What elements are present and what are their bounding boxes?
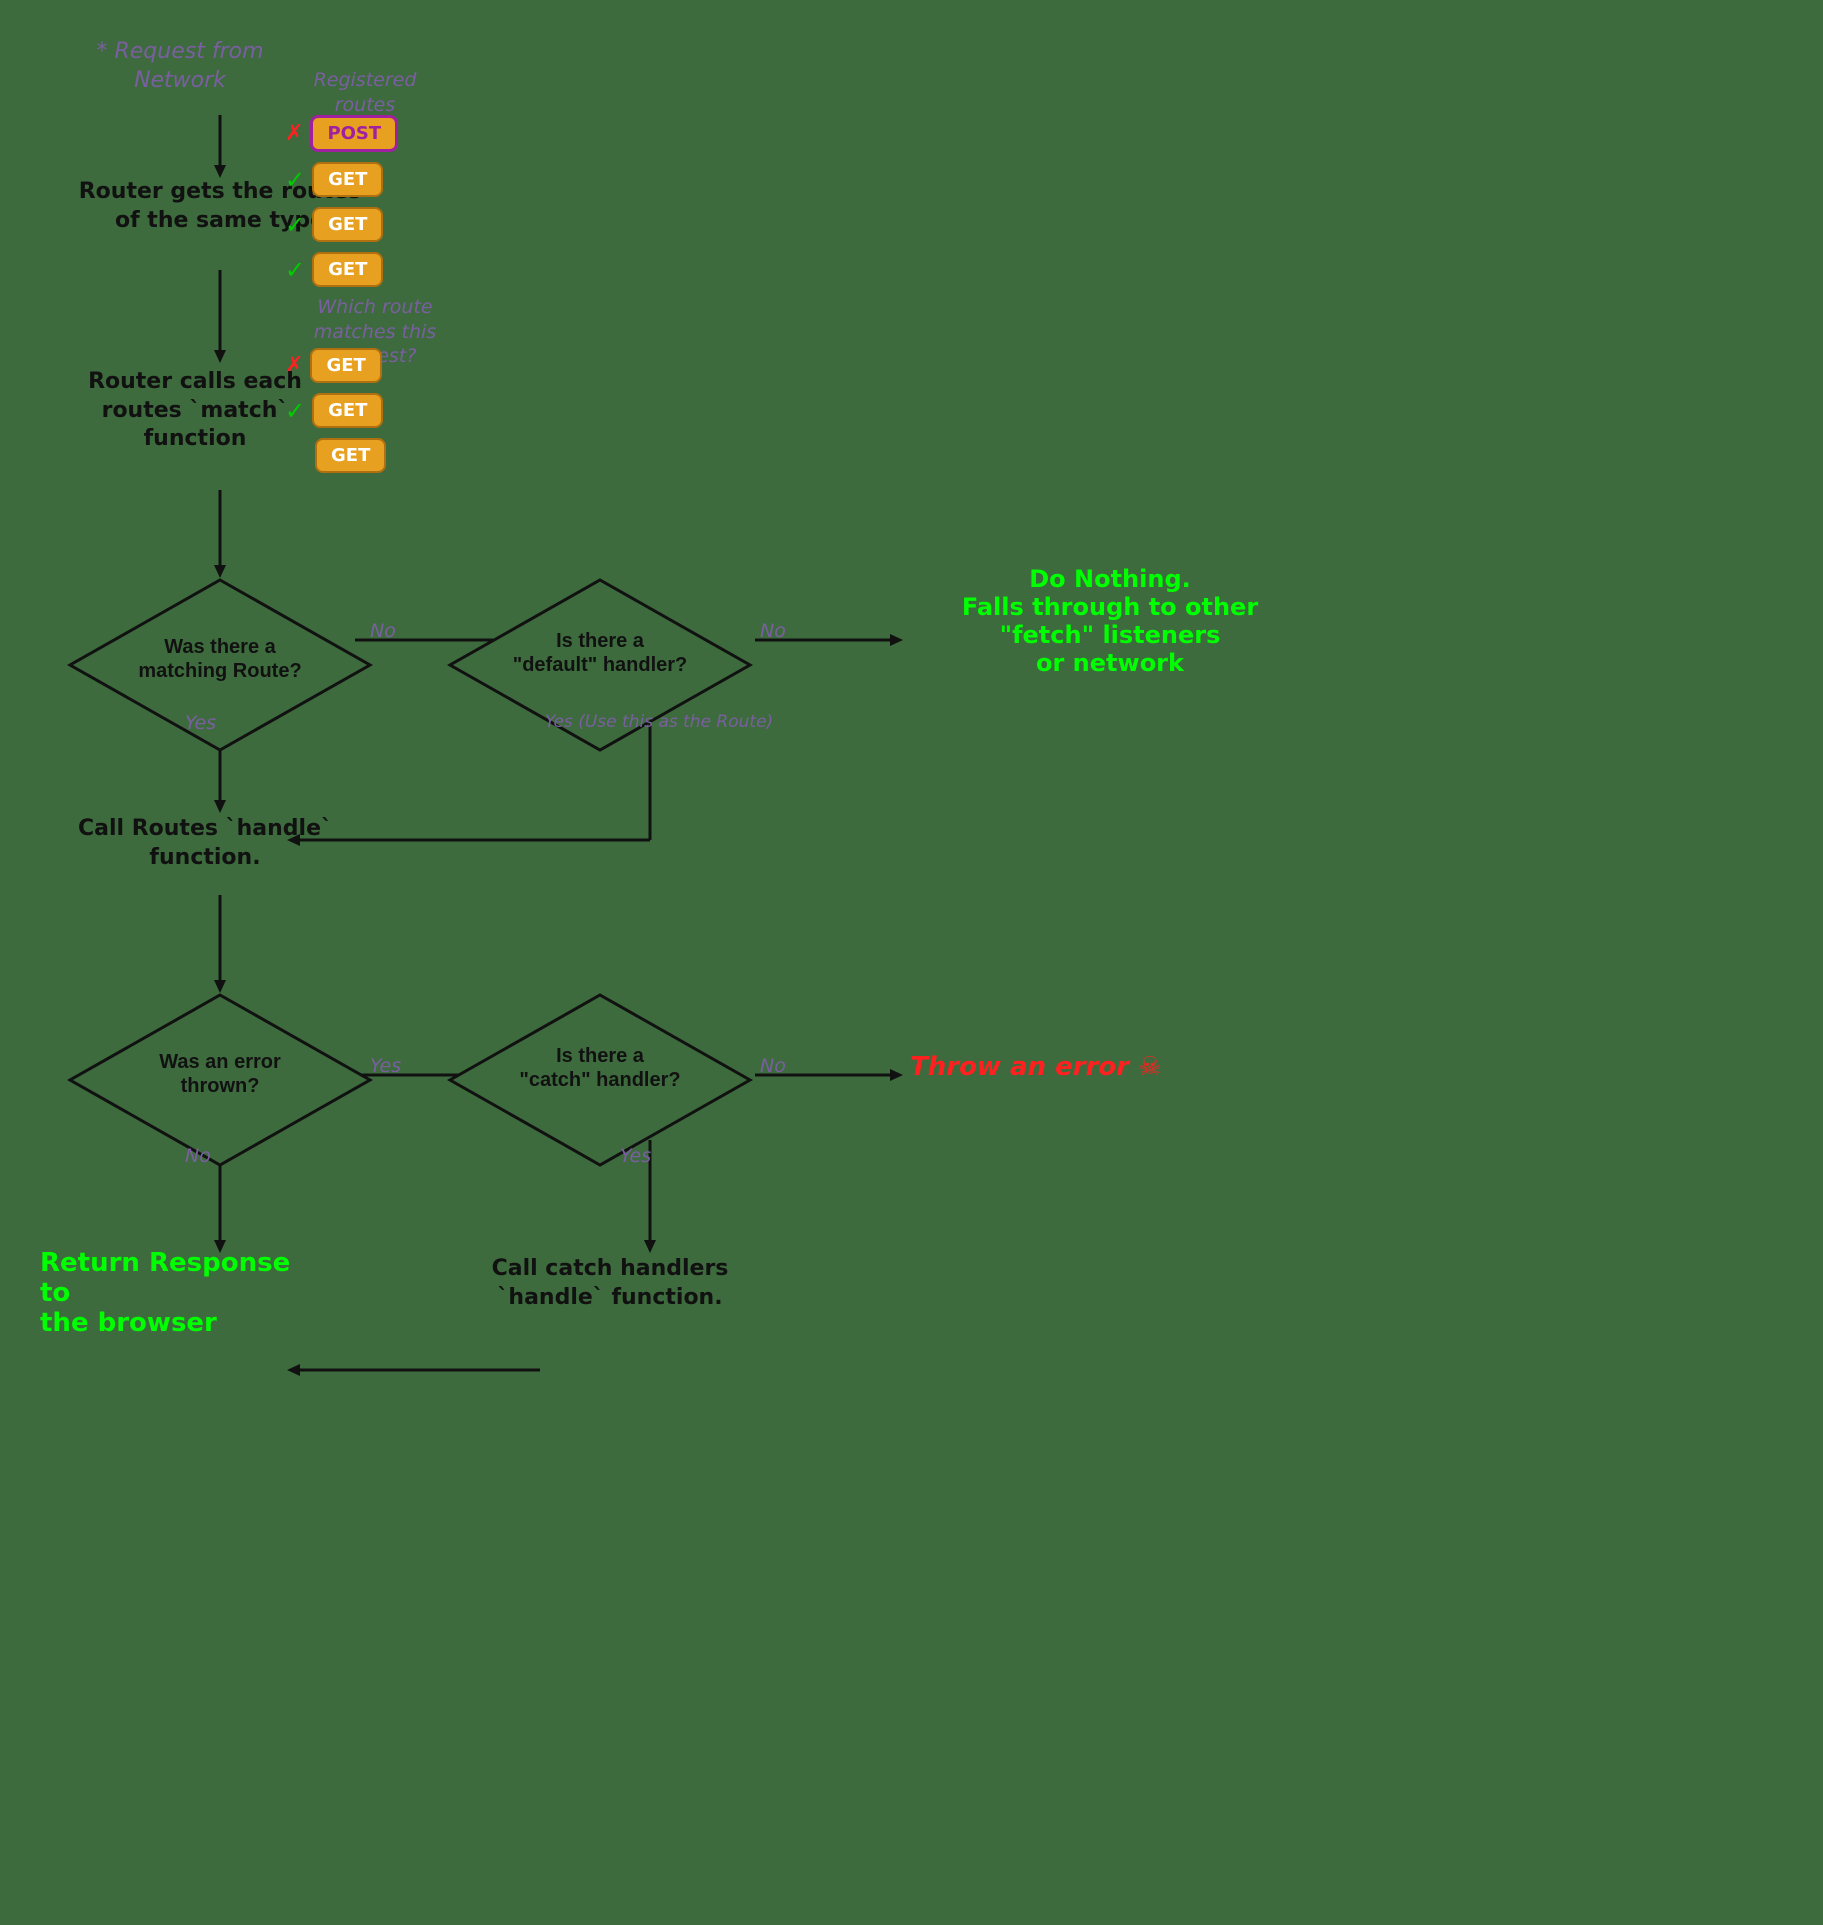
diamond-matching-route: Was there a matching Route? bbox=[65, 575, 375, 755]
label-yes-catch: Yes bbox=[620, 1145, 651, 1167]
svg-text:Is there a: Is there a bbox=[556, 630, 645, 652]
svg-text:"default" handler?: "default" handler? bbox=[513, 654, 688, 676]
check-get-1: ✓ bbox=[285, 166, 305, 194]
svg-text:thrown?: thrown? bbox=[181, 1075, 260, 1097]
cross-post: ✗ bbox=[285, 121, 303, 146]
label-no-default: No bbox=[760, 620, 786, 642]
label-yes-matching: Yes bbox=[185, 712, 216, 734]
diagram-container: * Request from Network Router gets the r… bbox=[0, 0, 1823, 1925]
label-no-catch: No bbox=[760, 1055, 786, 1077]
badge-get-3: GET bbox=[312, 252, 383, 287]
return-response-text: Return Response tothe browser bbox=[40, 1248, 320, 1338]
do-nothing-text: Do Nothing.Falls through to other"fetch"… bbox=[910, 565, 1310, 677]
svg-text:Is there a: Is there a bbox=[556, 1045, 645, 1067]
call-catch-handlers: Call catch handlers`handle` function. bbox=[450, 1255, 770, 1312]
label-yes-default: Yes (Use this as the Route) bbox=[545, 712, 773, 732]
svg-text:"catch" handler?: "catch" handler? bbox=[519, 1069, 680, 1091]
call-routes-handle: Call Routes `handle`function. bbox=[55, 815, 355, 872]
label-no-matching: No bbox=[370, 620, 396, 642]
check-get-2: ✓ bbox=[285, 211, 305, 239]
diamond-catch-handler: Is there a "catch" handler? bbox=[445, 990, 755, 1170]
check-get-3: ✓ bbox=[285, 256, 305, 284]
registered-routes-label: Registeredroutes bbox=[290, 68, 440, 117]
registered-routes-badges: ✗ POST ✓ GET ✓ GET ✓ GET bbox=[285, 112, 401, 294]
svg-text:Was an error: Was an error bbox=[159, 1051, 281, 1073]
badge-get-1: GET bbox=[312, 162, 383, 197]
request-from-network: * Request from Network bbox=[70, 38, 290, 95]
label-no-error: No bbox=[185, 1145, 211, 1167]
diamond-error-thrown: Was an error thrown? bbox=[65, 990, 375, 1170]
router-calls-match: Router calls eachroutes `match`function bbox=[55, 368, 335, 454]
throw-error-text: Throw an error ☠ bbox=[910, 1052, 1161, 1082]
svg-text:Was there a: Was there a bbox=[164, 636, 276, 658]
flow-arrows bbox=[0, 0, 1823, 1925]
svg-text:matching Route?: matching Route? bbox=[138, 660, 301, 682]
label-yes-error: Yes bbox=[370, 1055, 401, 1077]
badge-post: POST bbox=[310, 115, 398, 152]
badge-get-2: GET bbox=[312, 207, 383, 242]
